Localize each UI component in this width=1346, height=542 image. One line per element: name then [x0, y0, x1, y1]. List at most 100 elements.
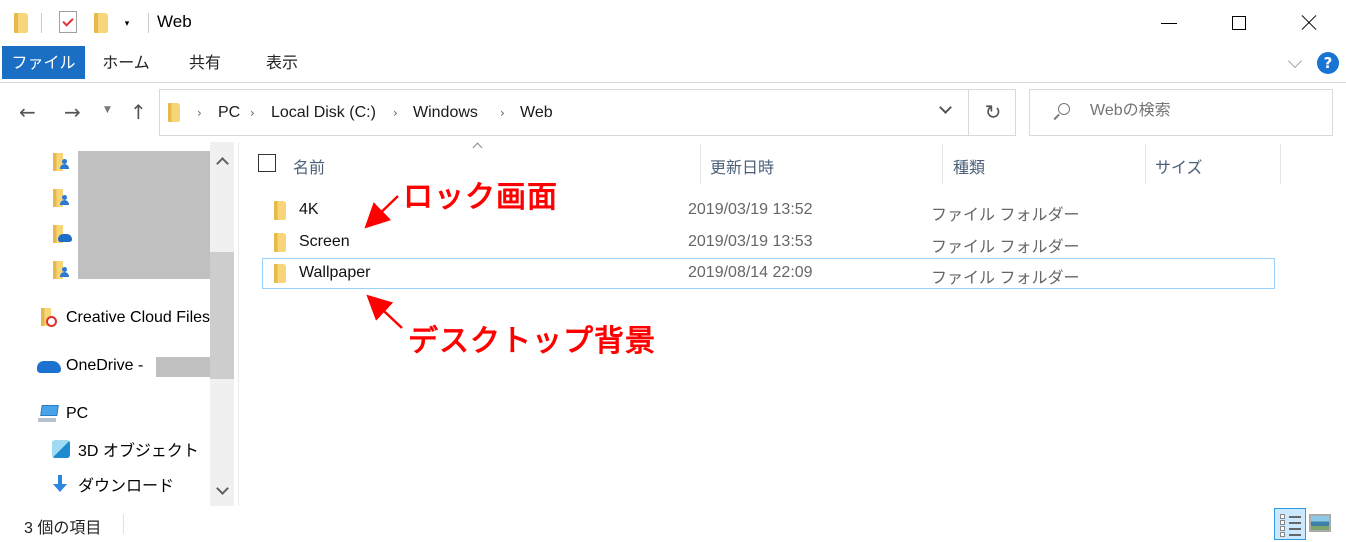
close-button[interactable] [1286, 0, 1332, 46]
search-input[interactable] [1090, 102, 1320, 120]
folder-icon [168, 103, 180, 122]
minimize-icon [1161, 22, 1177, 24]
details-view-button[interactable] [1274, 508, 1306, 540]
scrollbar-thumb[interactable] [210, 252, 234, 379]
nav-item-label: PC [66, 405, 89, 422]
title-bar: ▾ Web [0, 0, 1346, 46]
help-button[interactable]: ? [1317, 52, 1339, 74]
select-all-checkbox[interactable] [258, 154, 276, 172]
onedrive-icon [37, 356, 61, 376]
ribbon-tabs: ファイル ホーム 共有 表示 ? [0, 46, 1346, 83]
address-bar[interactable]: › PC › Local Disk (C:) › Windows › Web ↻ [159, 89, 1016, 136]
onedrive-folder-icon [52, 225, 72, 245]
creative-cloud-icon [40, 308, 60, 328]
search-icon [1052, 103, 1070, 121]
file-type: ファイル フォルダー [931, 207, 1080, 224]
scroll-up-chevron-icon[interactable] [217, 156, 227, 166]
nav-item-onedrive-folder[interactable] [52, 221, 78, 249]
properties-icon[interactable] [59, 11, 77, 33]
nav-item-label: OneDrive - [66, 357, 144, 374]
nav-item-downloads[interactable]: ダウンロード [50, 470, 174, 498]
navigation-bar: ← → ▼ ↑ › PC › Local Disk (C:) › Windows… [0, 87, 1346, 137]
large-icons-view-button[interactable] [1309, 514, 1331, 532]
column-divider[interactable] [700, 144, 701, 184]
breadcrumb-separator-icon[interactable]: › [197, 106, 202, 120]
new-folder-icon[interactable] [94, 13, 108, 33]
annotation-desktop-background: デスクトップ背景 [408, 324, 656, 359]
minimize-button[interactable] [1146, 0, 1192, 46]
pane-divider[interactable] [238, 142, 239, 506]
file-row[interactable]: Wallpaper 2019/08/14 22:09 ファイル フォルダー [262, 258, 1275, 289]
nav-item-3d-objects[interactable]: 3D オブジェクト [50, 435, 199, 463]
file-date: 2019/03/19 13:52 [688, 201, 813, 218]
up-button[interactable]: ↑ [130, 101, 147, 123]
breadcrumb-web[interactable]: Web [520, 104, 553, 122]
file-name: Screen [299, 233, 350, 250]
breadcrumb-separator-icon[interactable]: › [250, 106, 255, 120]
maximize-icon [1232, 16, 1246, 30]
forward-button[interactable]: → [64, 101, 81, 123]
3d-objects-icon [50, 439, 72, 459]
title-divider [148, 13, 149, 33]
status-divider [123, 514, 124, 534]
address-divider [968, 90, 969, 135]
nav-item-creative-cloud-files[interactable]: Creative Cloud Files [40, 304, 210, 332]
file-row[interactable]: Screen 2019/03/19 13:53 ファイル フォルダー [262, 227, 1275, 258]
quick-access-divider [41, 13, 42, 33]
navigation-pane: Creative Cloud Files OneDrive - PC 3D オブ… [0, 142, 238, 506]
user-folder-icon [52, 261, 72, 281]
item-count: 3 個の項目 [24, 520, 102, 537]
user-folder-icon [52, 153, 72, 173]
nav-item-label: Creative Cloud Files [66, 309, 211, 326]
tab-view[interactable]: 表示 [248, 46, 316, 79]
folder-icon [274, 264, 286, 283]
breadcrumb-local-disk[interactable]: Local Disk (C:) [271, 104, 376, 122]
address-history-chevron-icon[interactable] [938, 102, 954, 118]
refresh-button[interactable]: ↻ [978, 99, 1008, 125]
column-header-type[interactable]: 種類 [953, 154, 985, 178]
file-date: 2019/03/19 13:53 [688, 233, 813, 250]
scroll-down-chevron-icon[interactable] [217, 486, 227, 496]
breadcrumb-separator-icon[interactable]: › [393, 106, 398, 120]
breadcrumb-separator-icon[interactable]: › [500, 106, 505, 120]
back-button[interactable]: ← [19, 101, 36, 123]
column-divider[interactable] [1145, 144, 1146, 184]
file-name: 4K [299, 201, 319, 218]
nav-item-pc[interactable]: PC [38, 400, 88, 428]
user-folder-icon [52, 189, 72, 209]
folder-icon [274, 233, 286, 252]
redacted-region [78, 151, 210, 279]
column-header-date[interactable]: 更新日時 [710, 154, 774, 178]
tab-home[interactable]: ホーム [92, 46, 160, 79]
recent-locations-chevron-icon[interactable]: ▼ [104, 105, 111, 115]
close-icon [1301, 15, 1317, 31]
breadcrumb-pc[interactable]: PC [218, 104, 240, 122]
status-bar: 3 個の項目 [0, 508, 1346, 542]
expand-ribbon-chevron-icon[interactable] [1287, 55, 1303, 71]
nav-item-label: 3D オブジェクト [78, 443, 199, 460]
folder-icon [274, 201, 286, 220]
maximize-button[interactable] [1216, 0, 1262, 46]
nav-item-onedrive[interactable]: OneDrive - [37, 352, 143, 380]
search-box[interactable] [1029, 89, 1333, 136]
column-divider[interactable] [1280, 144, 1281, 184]
file-date: 2019/08/14 22:09 [688, 264, 813, 281]
nav-item-user-folder[interactable] [52, 257, 78, 285]
nav-item-user-folder[interactable] [52, 185, 78, 213]
downloads-icon [50, 474, 72, 494]
tab-file[interactable]: ファイル [2, 46, 85, 79]
tab-share[interactable]: 共有 [172, 46, 238, 79]
navigation-pane-scrollbar[interactable] [210, 142, 234, 506]
column-header-name[interactable]: 名前 [293, 154, 325, 178]
pc-icon [38, 404, 59, 424]
nav-item-label: ダウンロード [78, 478, 175, 495]
redacted-region [156, 357, 210, 377]
file-type: ファイル フォルダー [931, 270, 1080, 287]
column-divider[interactable] [942, 144, 943, 184]
nav-item-user-folder[interactable] [52, 149, 78, 177]
breadcrumb-windows[interactable]: Windows [413, 104, 478, 122]
column-header-size[interactable]: サイズ [1155, 154, 1203, 178]
customize-quick-access-dropdown-icon[interactable]: ▾ [122, 19, 132, 29]
sort-ascending-icon [472, 140, 482, 150]
annotation-lock-screen: ロック画面 [403, 180, 558, 215]
